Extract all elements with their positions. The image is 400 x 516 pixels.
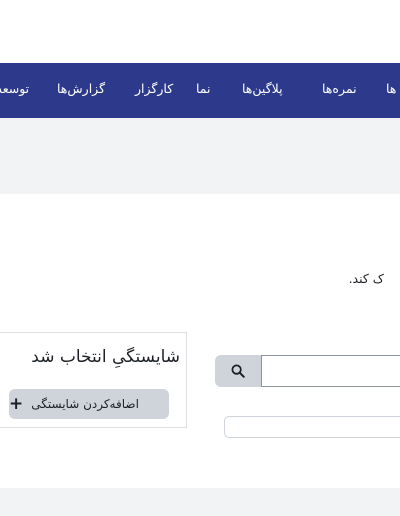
nav-item-development[interactable]: توسعه [0, 81, 29, 96]
nav-item-grades[interactable]: نمره‌ها [322, 81, 357, 96]
add-competency-button[interactable]: اضافه‌کردن شایستگی + [9, 389, 169, 419]
page-header-band [0, 118, 400, 194]
intro-text: ک کند. [348, 271, 384, 286]
card-title: شایستگیِ انتخاب شد [31, 347, 180, 367]
footer-band [0, 488, 400, 516]
filter-input[interactable] [224, 416, 400, 438]
add-competency-label: اضافه‌کردن شایستگی [31, 397, 139, 411]
selected-competency-card: شایستگیِ انتخاب شد اضافه‌کردن شایستگی + [0, 332, 187, 428]
search-icon [231, 364, 245, 378]
nav-item-plugins[interactable]: پلاگین‌ها [242, 81, 283, 96]
search-button[interactable] [215, 355, 261, 387]
nav-item-partial[interactable]: ها [386, 81, 396, 96]
top-header [0, 0, 400, 63]
nav-item-appearance[interactable]: نما [196, 81, 211, 96]
nav-item-reports[interactable]: گزارش‌ها [57, 81, 105, 96]
search-input[interactable] [261, 355, 400, 387]
primary-navigation: ها نمره‌ها پلاگین‌ها نما کارگزار گزارش‌ه… [0, 63, 400, 118]
search-group [215, 355, 400, 387]
nav-item-server[interactable]: کارگزار [135, 81, 173, 96]
plus-icon: + [9, 393, 24, 414]
main-content: ک کند. شایستگیِ انتخاب شد اضافه‌کردن شای… [0, 194, 400, 488]
